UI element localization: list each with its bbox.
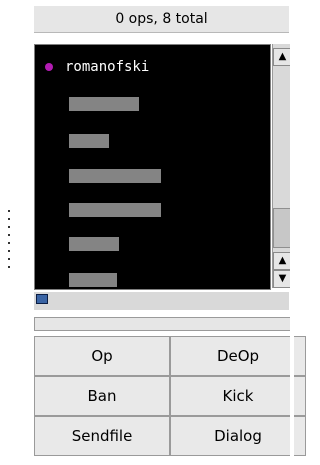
user-count-status: 0 ops, 8 total [34,6,289,33]
kick-button[interactable]: Kick [170,376,306,416]
dialog-button[interactable]: Dialog [170,416,306,456]
resize-grip[interactable] [8,210,12,274]
list-item[interactable]: romanofski [35,57,270,77]
user-nick: romanofski [65,59,150,75]
list-item[interactable] [69,273,117,287]
op-button[interactable]: Op [34,336,170,376]
ban-button[interactable]: Ban [34,376,170,416]
user-list[interactable]: romanofski [34,44,271,290]
user-mode-icon [45,63,53,71]
right-edge-divider [290,0,294,465]
userlist-panel: 0 ops, 8 total romanofski ▲ ▲ ▼ Op DeOp … [0,0,306,465]
horizontal-scrollbar[interactable] [34,292,289,310]
list-item[interactable] [69,203,161,217]
list-item[interactable] [69,237,119,251]
input-field[interactable] [34,317,291,331]
list-item[interactable] [69,169,161,183]
sendfile-button[interactable]: Sendfile [34,416,170,456]
deop-button[interactable]: DeOp [170,336,306,376]
list-item[interactable] [69,97,139,111]
list-item[interactable] [69,134,109,148]
horizontal-scroll-thumb[interactable] [36,294,48,304]
